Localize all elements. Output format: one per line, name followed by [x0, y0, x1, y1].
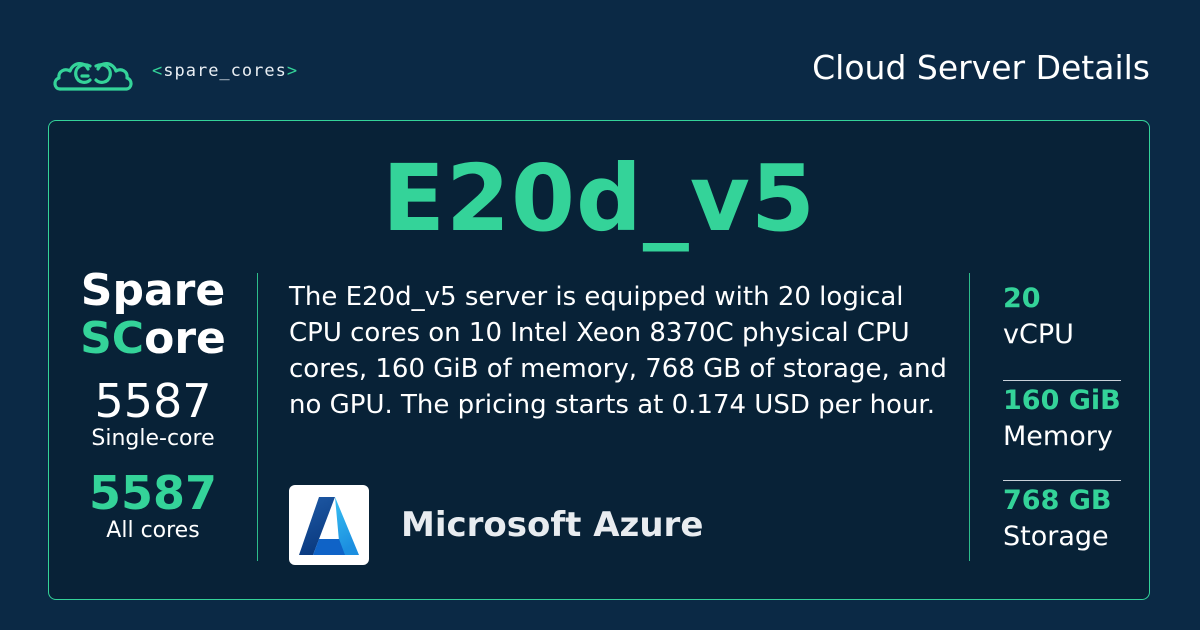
server-name: E20d_v5	[382, 145, 816, 252]
azure-logo-icon	[289, 485, 369, 565]
server-description: The E20d_v5 server is equipped with 20 l…	[289, 282, 947, 420]
brand-name: <spare_cores>	[152, 61, 299, 81]
spec-storage: 768 GB Storage	[1003, 481, 1121, 581]
spare-score-title: Spare SCore	[80, 265, 226, 364]
all-cores-score: 5587	[88, 466, 218, 520]
page-title: Cloud Server Details	[812, 48, 1150, 87]
spec-label: vCPU	[1003, 319, 1074, 350]
specs-panel: 20 vCPU 160 GiB Memory 768 GB Storage	[1003, 281, 1121, 581]
single-core-score: 5587	[94, 374, 212, 428]
spare-cores-logo-icon	[53, 62, 133, 91]
spec-label: Memory	[1003, 421, 1113, 452]
spec-memory: 160 GiB Memory	[1003, 381, 1121, 481]
spec-value: 768 GB	[1003, 485, 1112, 516]
single-core-label: Single-core	[91, 426, 215, 451]
server-card: E20d_v5 Spare SCore 5587 Single-core 558…	[48, 120, 1150, 600]
spec-label: Storage	[1003, 521, 1109, 552]
spec-vcpu: 20 vCPU	[1003, 281, 1121, 381]
all-cores-label: All cores	[106, 518, 200, 543]
spare-score-panel: Spare SCore 5587 Single-core 5587 All co…	[49, 267, 257, 545]
spec-value: 160 GiB	[1003, 385, 1121, 416]
provider-name: Microsoft Azure	[401, 505, 704, 545]
spec-value: 20	[1003, 283, 1041, 314]
divider-right	[969, 273, 970, 561]
divider-left	[257, 273, 258, 561]
